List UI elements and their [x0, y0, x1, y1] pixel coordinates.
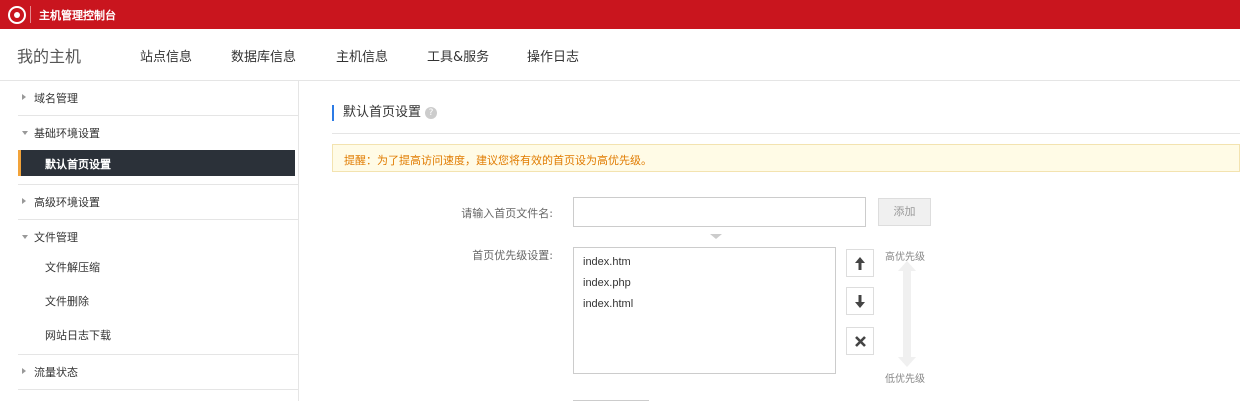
homepage-priority-list[interactable]: index.htm index.php index.html	[573, 247, 836, 374]
move-up-button[interactable]	[846, 249, 874, 277]
console-title: 主机管理控制台	[39, 9, 116, 22]
sidebar-group-label: 文件管理	[34, 231, 78, 244]
sidebar-group-label: 高级环境设置	[34, 196, 100, 209]
delete-button[interactable]	[846, 327, 874, 355]
filename-input[interactable]	[573, 197, 866, 227]
logo-icon	[8, 6, 26, 24]
section-divider	[332, 133, 1240, 134]
top-bar: 主机管理控制台	[0, 0, 1240, 29]
caret-right-icon	[22, 94, 26, 100]
sidebar-item-label: 网站日志下载	[45, 329, 111, 342]
sidebar-group-basic-env[interactable]: 基础环境设置	[0, 116, 299, 150]
move-up-icon	[855, 256, 865, 270]
sidebar-item-default-homepage[interactable]: 默认首页设置	[18, 150, 295, 176]
help-icon[interactable]: ?	[425, 106, 438, 119]
nav-item-host-info[interactable]: 主机信息	[336, 46, 388, 65]
list-item[interactable]: index.php	[574, 273, 835, 294]
priority-label: 首页优先级设置:	[472, 249, 553, 262]
section-title-text: 默认首页设置	[343, 105, 422, 120]
caret-down-icon	[22, 131, 28, 135]
sidebar-group-label: 域名管理	[34, 92, 78, 105]
nav-item-site-info[interactable]: 站点信息	[140, 46, 192, 65]
sidebar-group-file-management[interactable]: 文件管理	[0, 220, 299, 254]
caret-down-icon	[22, 235, 28, 239]
main-content: 默认首页设置? 提醒：为了提高访问速度，建议您将有效的首页设为高优先级。 请输入…	[300, 81, 1240, 401]
sidebar-item-log-download[interactable]: 网站日志下载	[18, 321, 295, 347]
add-button[interactable]: 添加	[878, 198, 931, 226]
priority-arrow-up	[898, 261, 916, 271]
sidebar-group-domain[interactable]: 域名管理	[0, 81, 299, 115]
chevron-down-icon	[710, 234, 722, 239]
priority-track	[903, 271, 911, 359]
nav-brand[interactable]: 我的主机	[17, 43, 81, 67]
delete-icon	[854, 335, 866, 347]
topbar-divider	[30, 6, 31, 23]
low-priority-label: 低优先级	[885, 374, 925, 385]
notice-banner: 提醒：为了提高访问速度，建议您将有效的首页设为高优先级。	[332, 144, 1240, 172]
sidebar-divider	[18, 389, 299, 390]
sidebar-item-label: 文件删除	[45, 295, 89, 308]
move-down-icon	[855, 294, 865, 308]
caret-right-icon	[22, 198, 26, 204]
priority-arrow-down	[898, 357, 916, 367]
sidebar: 域名管理 基础环境设置 默认首页设置 高级环境设置 文件管理 文件解压缩 文件删…	[0, 81, 299, 401]
nav-item-operation-log[interactable]: 操作日志	[527, 46, 579, 65]
main-nav: 我的主机 站点信息 数据库信息 主机信息 工具&服务 操作日志	[0, 29, 1240, 81]
sidebar-group-traffic-status[interactable]: 流量状态	[0, 355, 299, 389]
nav-item-tools-services[interactable]: 工具&服务	[427, 46, 489, 65]
sidebar-item-label: 文件解压缩	[45, 261, 100, 274]
sidebar-group-label: 基础环境设置	[34, 127, 100, 140]
caret-right-icon	[22, 368, 26, 374]
sidebar-item-label: 默认首页设置	[45, 158, 111, 171]
sidebar-item-file-delete[interactable]: 文件删除	[18, 287, 295, 313]
sidebar-group-advanced-env[interactable]: 高级环境设置	[0, 185, 299, 219]
filename-label: 请输入首页文件名:	[461, 207, 553, 220]
nav-item-database-info[interactable]: 数据库信息	[231, 46, 296, 65]
list-item[interactable]: index.htm	[574, 252, 835, 273]
list-item[interactable]: index.html	[574, 294, 835, 315]
sidebar-item-file-unzip[interactable]: 文件解压缩	[18, 253, 295, 279]
section-title: 默认首页设置?	[332, 105, 438, 121]
move-down-button[interactable]	[846, 287, 874, 315]
sidebar-group-label: 流量状态	[34, 366, 78, 379]
